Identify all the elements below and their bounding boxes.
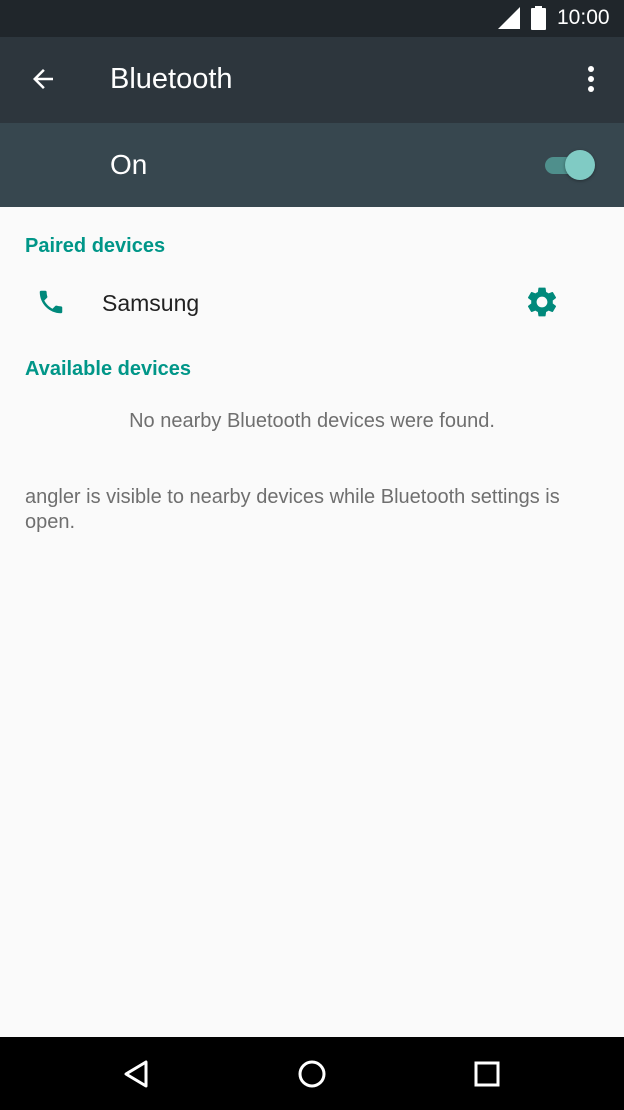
status-bar: 10:00	[0, 0, 624, 37]
status-time: 10:00	[557, 6, 610, 29]
back-triangle-icon[interactable]	[120, 1057, 154, 1091]
available-devices-header: Available devices	[25, 358, 192, 380]
arrow-back-icon[interactable]	[28, 64, 58, 94]
home-circle-icon[interactable]	[295, 1057, 329, 1091]
gear-icon[interactable]	[524, 284, 560, 320]
phone-icon	[39, 290, 63, 314]
battery-icon	[531, 6, 546, 30]
page-title: Bluetooth	[110, 63, 233, 95]
visibility-note: angler is visible to nearby devices whil…	[25, 486, 560, 533]
recents-square-icon[interactable]	[470, 1057, 504, 1091]
paired-device-row[interactable]: Samsung	[0, 268, 624, 338]
device-name: Samsung	[102, 290, 200, 316]
toggle-label: On	[110, 149, 148, 180]
switch-thumb	[565, 150, 595, 180]
bluetooth-toggle-bar[interactable]: On	[0, 123, 624, 207]
bluetooth-switch[interactable]	[543, 148, 597, 182]
navigation-bar	[0, 1037, 624, 1110]
app-bar: Bluetooth	[0, 37, 624, 123]
no-devices-message: No nearby Bluetooth devices were found.	[129, 410, 495, 432]
paired-devices-header: Paired devices	[25, 235, 166, 257]
signal-icon	[498, 7, 520, 29]
more-vert-icon[interactable]	[580, 64, 602, 94]
